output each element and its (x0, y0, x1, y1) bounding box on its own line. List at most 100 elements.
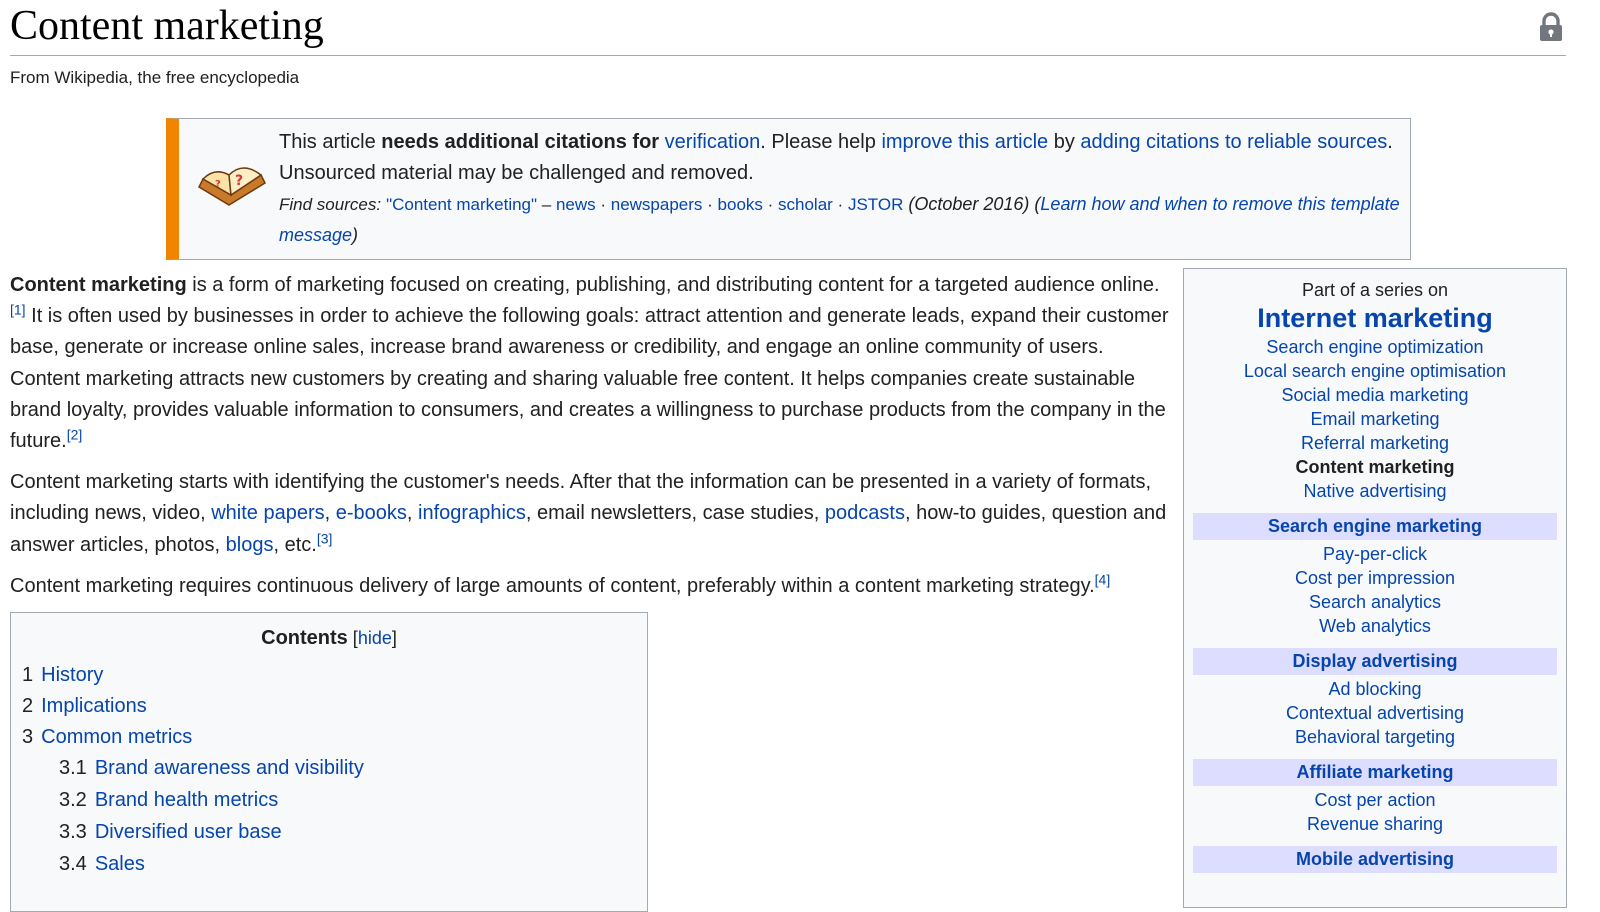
toc-number: 3.2 (59, 789, 87, 811)
sidebar-link[interactable]: Ad blocking (1328, 679, 1421, 699)
sidebar-link[interactable]: Search analytics (1309, 592, 1441, 612)
source-books-link[interactable]: books (718, 195, 763, 214)
blogs-link[interactable]: blogs (226, 534, 274, 556)
source-news-link[interactable]: news (556, 195, 596, 214)
toc-number: 2 (22, 695, 34, 717)
sidebar-group: Search engine marketing Pay-per-click Co… (1184, 513, 1566, 638)
toc-item[interactable]: 3.3 Diversified user base (11, 817, 647, 849)
paragraph-text: , (406, 502, 419, 525)
toc-number: 3 (22, 726, 34, 748)
podcasts-link[interactable]: podcasts (825, 502, 905, 524)
notice-close-paren: ) (352, 225, 359, 245)
notice-date: (October 2016) ( (903, 194, 1041, 214)
sidebar-group-heading[interactable]: Display advertising (1292, 651, 1457, 671)
separator: · (832, 195, 848, 214)
paragraph-text: Content marketing requires continuous de… (10, 574, 1095, 597)
toc-link-history[interactable]: History (41, 664, 103, 686)
paragraph-text: , email newsletters, case studies, (525, 502, 825, 525)
toc-hide-link[interactable]: hide (358, 628, 392, 648)
source-scholar-link[interactable]: scholar (778, 195, 833, 214)
notice-text-part: . Please help (760, 131, 882, 153)
toc-item[interactable]: 3.2 Brand health metrics (11, 785, 647, 817)
sidebar-link[interactable]: Behavioral targeting (1295, 727, 1455, 747)
adding-citations-link[interactable]: adding citations to reliable sources (1080, 131, 1387, 153)
sidebar-link[interactable]: Revenue sharing (1307, 814, 1443, 834)
toc-link-brand-health[interactable]: Brand health metrics (95, 789, 278, 811)
paragraph: Content marketing is a form of marketing… (10, 270, 1170, 457)
sidebar-link[interactable]: Cost per action (1314, 790, 1435, 810)
sidebar-link[interactable]: Contextual advertising (1286, 703, 1464, 723)
svg-text:?: ? (235, 173, 243, 189)
source-newspapers-link[interactable]: newspapers (611, 195, 703, 214)
toc-link-implications[interactable]: Implications (41, 695, 147, 717)
paragraph: Content marketing requires continuous de… (10, 571, 1170, 602)
sidebar-list: Search engine optimization Local search … (1184, 335, 1566, 503)
toc-link-diversified-user-base[interactable]: Diversified user base (95, 821, 282, 843)
notice-text-part: by (1048, 131, 1081, 153)
toc-item[interactable]: 2 Implications (11, 691, 647, 722)
notice-emphasis: needs additional citations for (381, 131, 665, 153)
toc-link-brand-awareness[interactable]: Brand awareness and visibility (95, 757, 364, 779)
sidebar-link[interactable]: Search engine optimization (1266, 337, 1483, 357)
separator: · (702, 195, 718, 214)
separator: · (595, 195, 611, 214)
table-of-contents: Contents [hide] 1 History 2 Implications 3… (10, 612, 648, 912)
reference-link[interactable]: [4] (1095, 571, 1111, 587)
sidebar-group-heading[interactable]: Affiliate marketing (1296, 762, 1453, 782)
reference-link[interactable]: [3] (317, 530, 333, 546)
paragraph-text: , (324, 502, 336, 525)
sidebar-link[interactable]: Email marketing (1310, 409, 1439, 429)
source-jstor-link[interactable]: JSTOR (848, 195, 903, 214)
lock-icon[interactable] (1538, 12, 1564, 42)
sidebar-link[interactable]: Pay-per-click (1323, 544, 1427, 564)
tagline: From Wikipedia, the free encyclopedia (10, 68, 300, 87)
notice-text-part: This article (279, 131, 382, 153)
sidebar-title-link[interactable]: Internet marketing (1257, 303, 1493, 333)
toc-title: Contents [hide] (11, 627, 647, 650)
sidebar-group-heading[interactable]: Search engine marketing (1268, 516, 1482, 536)
find-sources: Find sources: "Content marketing" – news… (279, 189, 1404, 251)
toc-bracket: [ (347, 628, 358, 648)
article-body: Content marketing is a form of marketing… (10, 270, 1170, 612)
improve-article-link[interactable]: improve this article (881, 131, 1048, 153)
toc-number: 3.1 (59, 757, 87, 779)
sidebar-title[interactable]: Internet marketing (1184, 301, 1566, 335)
toc-link-common-metrics[interactable]: Common metrics (41, 726, 192, 748)
sidebar-link[interactable]: Web analytics (1319, 616, 1431, 636)
paragraph: Content marketing starts with identifyin… (10, 467, 1170, 561)
sidebar-group: Mobile advertising (1184, 846, 1566, 873)
sidebar-link[interactable]: Local search engine optimisation (1244, 361, 1506, 381)
find-sources-label: Find sources: (279, 195, 382, 214)
sidebar-link[interactable]: Native advertising (1303, 481, 1446, 501)
paragraph-text: , etc. (273, 533, 317, 556)
toc-item[interactable]: 3.1 Brand awareness and visibility (11, 753, 647, 785)
toc-item[interactable]: 1 History (11, 660, 647, 691)
reference-link[interactable]: [1] (10, 302, 26, 318)
paragraph-text: is a form of marketing focused on creati… (186, 274, 1160, 296)
sidebar-group: Affiliate marketing Cost per action Reve… (1184, 759, 1566, 836)
question-book-icon: ? ? (195, 157, 269, 221)
toc-item[interactable]: 3 Common metrics (11, 722, 647, 753)
paragraph-text: It is often used by businesses in order … (10, 305, 1169, 453)
verification-link[interactable]: verification (665, 131, 761, 153)
toc-number: 1 (22, 664, 34, 686)
infographics-link[interactable]: infographics (418, 502, 526, 524)
find-query-link[interactable]: "Content marketing" (386, 195, 537, 214)
sidebar-current-item: Content marketing (1295, 457, 1455, 477)
sidebar-link[interactable]: Referral marketing (1301, 433, 1449, 453)
page-title: Content marketing (10, 0, 1566, 56)
series-sidebar: Part of a series on Internet marketing S… (1183, 268, 1567, 908)
svg-text:?: ? (215, 179, 221, 190)
toc-link-sales[interactable]: Sales (95, 853, 145, 875)
reference-link[interactable]: [2] (67, 426, 83, 442)
sidebar-group-heading[interactable]: Mobile advertising (1296, 849, 1454, 869)
sidebar-pretitle: Part of a series on (1301, 280, 1449, 300)
toc-heading: Contents (261, 627, 348, 649)
notice-text: This article needs additional citations … (279, 127, 1404, 251)
sidebar-link[interactable]: Cost per impression (1295, 568, 1455, 588)
white-papers-link[interactable]: white papers (211, 502, 324, 524)
ebooks-link[interactable]: e-books (336, 502, 407, 524)
sidebar-link[interactable]: Social media marketing (1281, 385, 1468, 405)
separator: – (537, 195, 556, 214)
toc-item[interactable]: 3.4 Sales (11, 849, 647, 881)
